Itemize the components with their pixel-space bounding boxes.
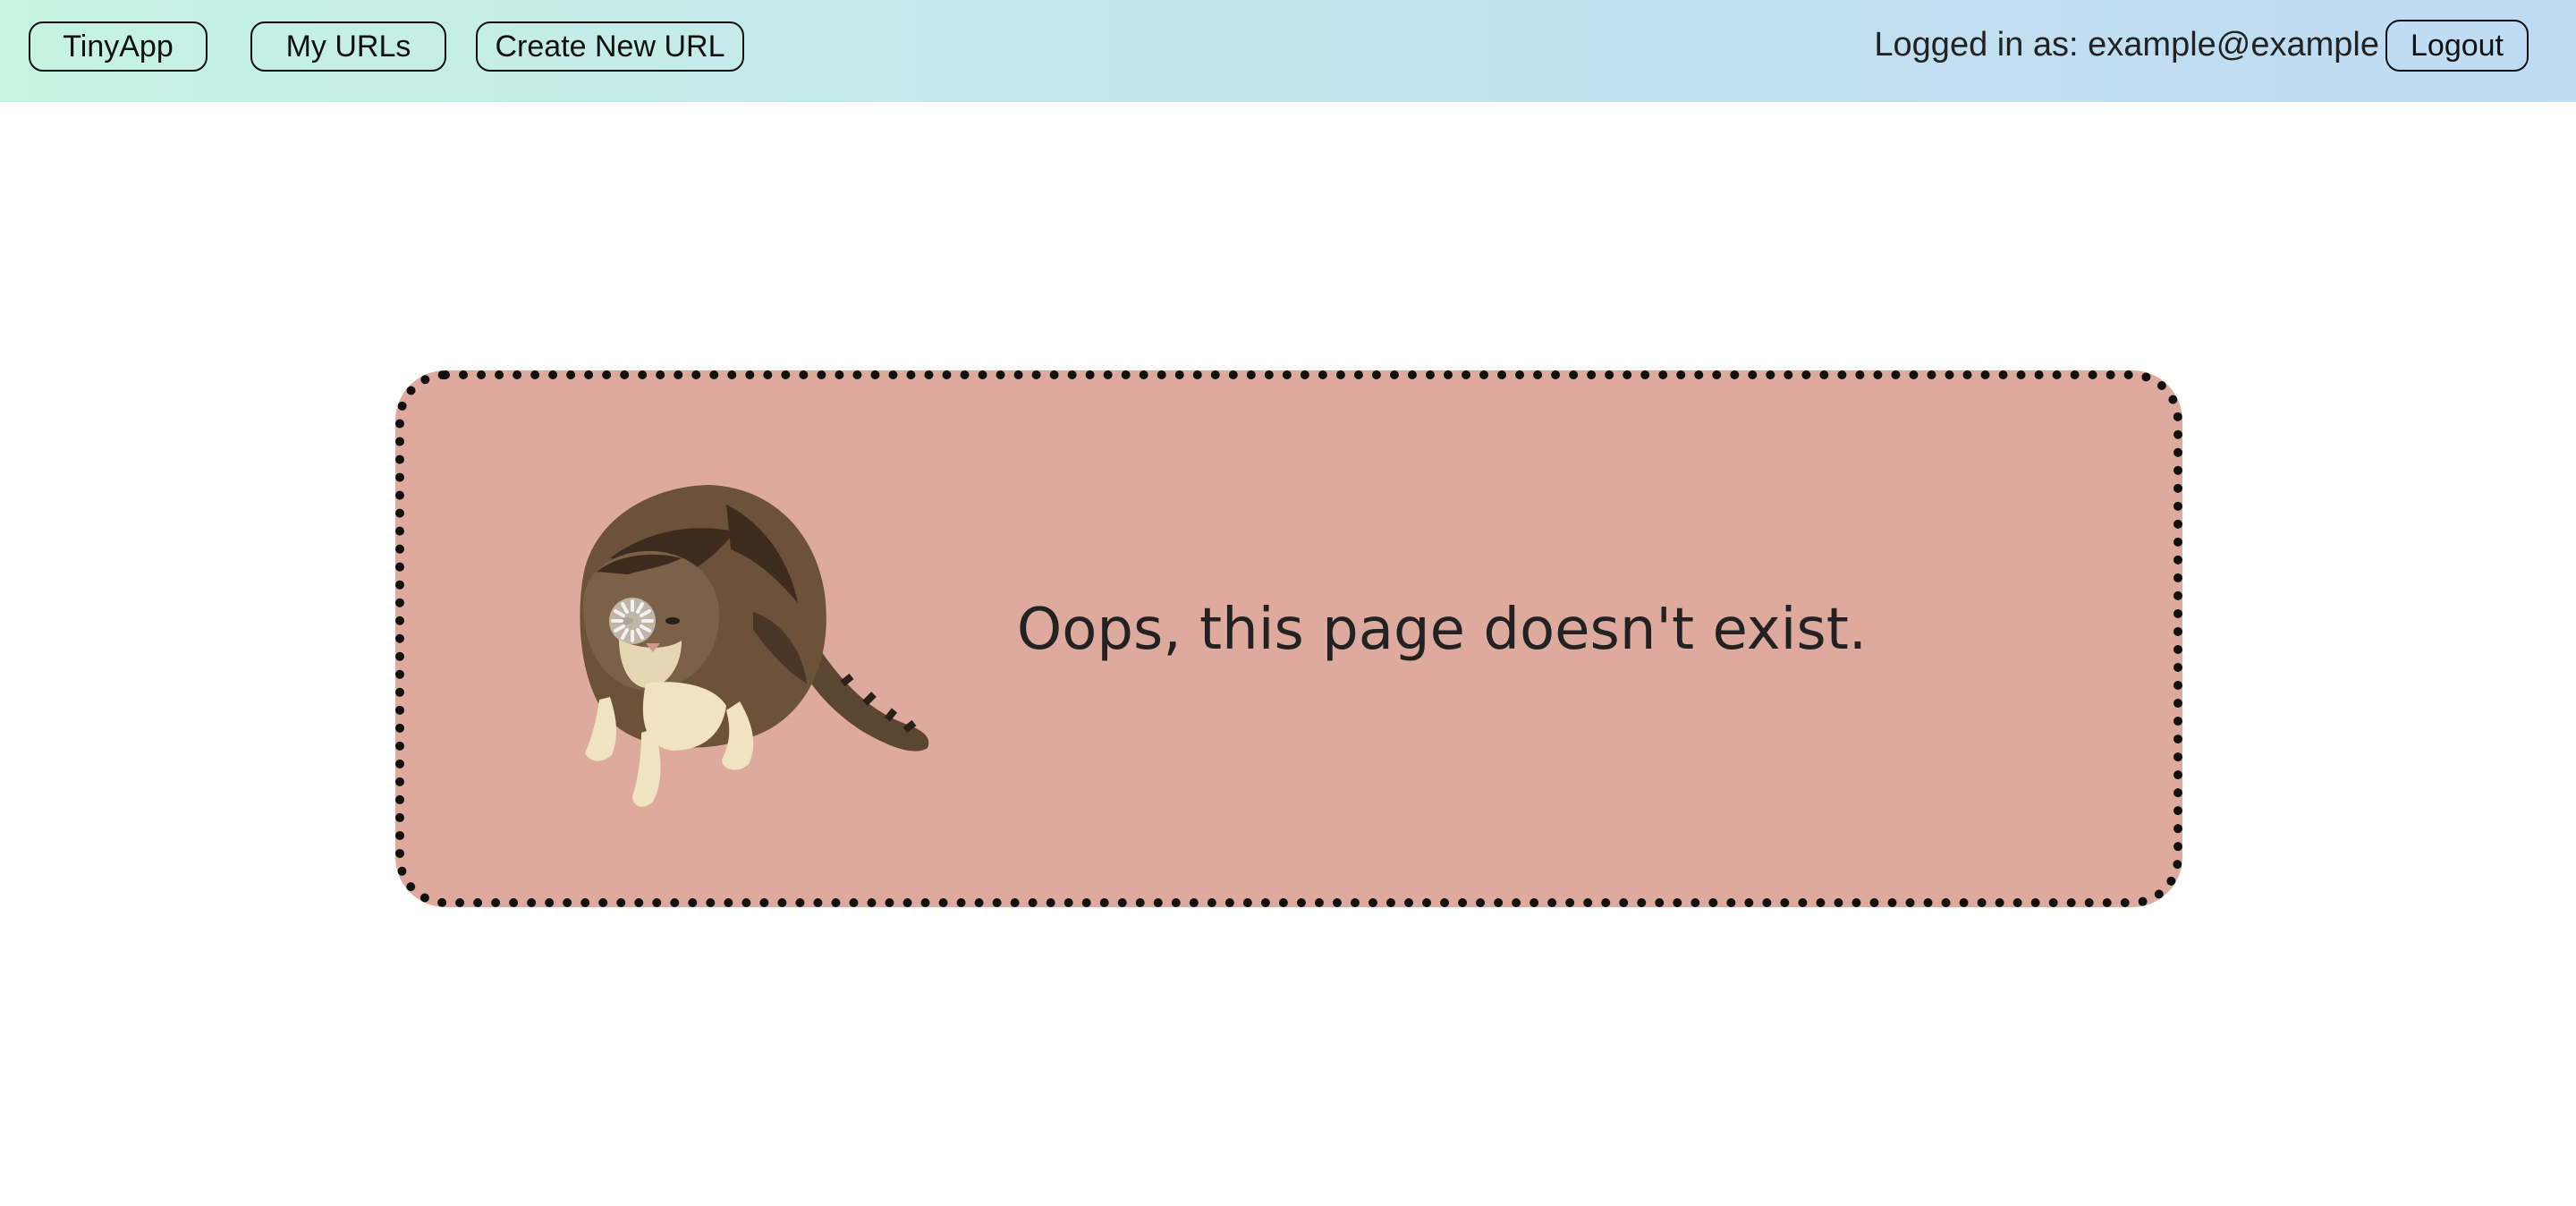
navbar: TinyApp My URLs Create New URL Logged in… (0, 0, 2576, 102)
my-urls-button[interactable]: My URLs (250, 21, 446, 72)
error-panel: Oops, this page doesn't exist. (395, 370, 2182, 907)
cat-icon (580, 485, 929, 807)
logged-in-status: Logged in as: example@example (1874, 26, 2379, 64)
create-new-url-button[interactable]: Create New URL (476, 21, 744, 72)
error-message: Oops, this page doesn't exist. (1016, 597, 1868, 663)
logout-button[interactable]: Logout (2385, 20, 2529, 72)
brand-button[interactable]: TinyApp (29, 21, 208, 72)
